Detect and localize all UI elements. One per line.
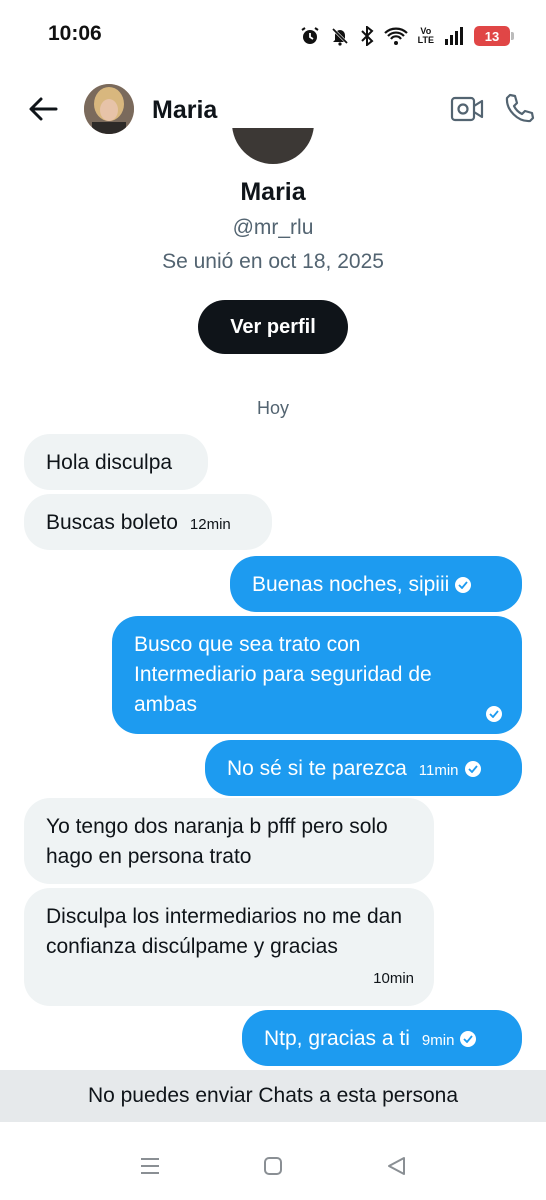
- back-arrow-icon: [29, 97, 58, 121]
- status-bar: 10:06 Vo LTE 13: [0, 0, 546, 72]
- battery-icon: 13: [474, 26, 514, 46]
- message-incoming[interactable]: Hola disculpa: [24, 434, 208, 490]
- status-icons: Vo LTE 13: [300, 22, 514, 50]
- video-call-button[interactable]: [450, 94, 484, 124]
- message-time: 11min: [418, 762, 459, 779]
- message-outgoing[interactable]: Buenas noches, sipiii: [230, 556, 522, 612]
- profile-handle: @mr_rlu: [232, 216, 314, 239]
- home-button[interactable]: [261, 1154, 285, 1178]
- voice-call-button[interactable]: [502, 92, 536, 126]
- message-outgoing[interactable]: Ntp, gracias a ti 9min: [242, 1010, 522, 1066]
- message-time: 9min: [421, 1032, 455, 1049]
- avatar[interactable]: [84, 84, 134, 134]
- profile-joined-date: Se unió en oct 18, 2025: [162, 250, 384, 273]
- signal-icon: [445, 27, 463, 45]
- message-incoming[interactable]: Disculpa los intermediarios no me dan co…: [24, 888, 434, 1006]
- message-text: Yo tengo dos naranja b pfff pero solo ha…: [46, 815, 388, 868]
- message-time: 12min: [189, 516, 231, 533]
- message-text: Ntp, gracias a ti: [264, 1027, 410, 1050]
- message-text: No sé si te parezca: [227, 757, 407, 780]
- back-triangle-icon: [388, 1157, 405, 1175]
- message-outgoing[interactable]: Busco que sea trato con Intermediario pa…: [112, 616, 522, 734]
- message-outgoing[interactable]: No sé si te parezca 11min: [205, 740, 522, 796]
- message-incoming[interactable]: Yo tengo dos naranja b pfff pero solo ha…: [24, 798, 434, 884]
- system-nav-bar: [0, 1122, 546, 1200]
- message-text: Busco que sea trato con Intermediario pa…: [134, 633, 432, 716]
- mute-icon: [331, 27, 348, 46]
- cannot-send-notice: No puedes enviar Chats a esta persona: [0, 1070, 546, 1122]
- profile-avatar: [232, 128, 314, 164]
- menu-lines-icon: [141, 1158, 159, 1174]
- home-square-icon: [264, 1157, 282, 1175]
- alarm-icon: [301, 27, 319, 44]
- recents-button[interactable]: [138, 1154, 162, 1178]
- wifi-icon: [383, 27, 408, 45]
- profile-name: Maria: [240, 178, 306, 206]
- message-text: Hola disculpa: [46, 451, 173, 474]
- read-check-icon: [464, 761, 481, 777]
- volte-icon: Vo LTE: [417, 26, 434, 45]
- status-time: 10:06: [48, 22, 102, 45]
- message-incoming[interactable]: Buscas boleto 12min: [24, 494, 272, 550]
- read-check-icon: [455, 577, 472, 593]
- header-name[interactable]: Maria: [152, 96, 217, 125]
- back-button[interactable]: [26, 92, 60, 126]
- day-separator: Hoy: [256, 398, 289, 418]
- video-camera-icon: [450, 96, 484, 122]
- back-nav-button[interactable]: [384, 1154, 408, 1178]
- read-check-icon: [486, 706, 502, 722]
- message-text: Buscas boleto: [46, 511, 178, 534]
- bluetooth-icon: [360, 26, 374, 46]
- read-check-icon: [460, 1031, 477, 1047]
- view-profile-button[interactable]: Ver perfil: [198, 300, 348, 354]
- message-time: 10min: [373, 970, 414, 987]
- message-text: Disculpa los intermediarios no me dan co…: [46, 905, 403, 958]
- message-text: Buenas noches, sipiii: [252, 573, 450, 596]
- phone-icon: [505, 93, 535, 123]
